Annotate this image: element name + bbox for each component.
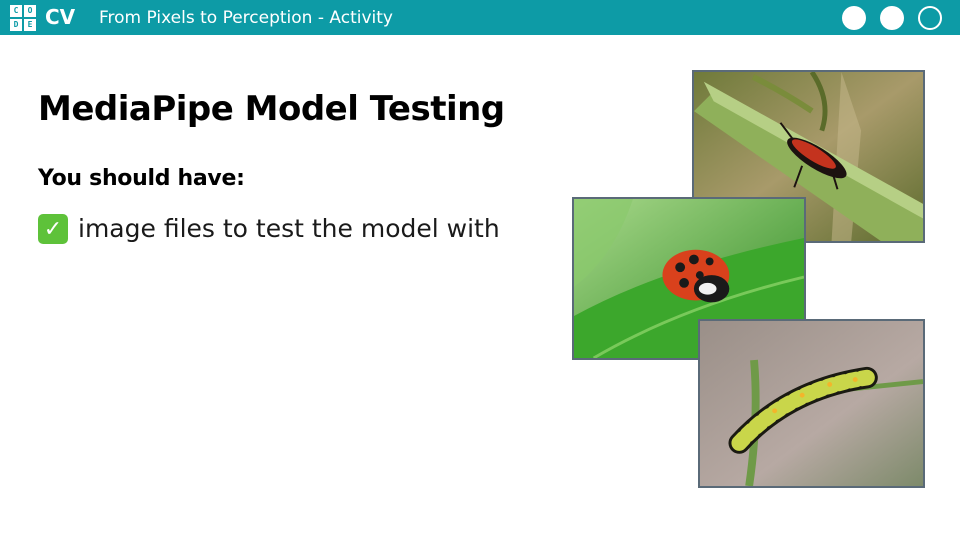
logo-letter: C: [10, 5, 22, 17]
header-bar: C O D E CV From Pixels to Perception - A…: [0, 0, 960, 35]
checklist-item: ✓ image files to test the model with: [38, 212, 500, 246]
nav-dot-3[interactable]: [918, 6, 942, 30]
logo-letter: D: [10, 19, 22, 31]
checklist-item-text: image files to test the model with: [78, 214, 500, 243]
nav-dot-2[interactable]: [880, 6, 904, 30]
logo-letter: O: [24, 5, 36, 17]
code-logo-icon: C O D E: [10, 5, 36, 31]
slide-title: MediaPipe Model Testing: [38, 89, 505, 129]
nav-dot-1[interactable]: [842, 6, 866, 30]
slide-subtitle: You should have:: [38, 166, 245, 191]
check-mark-icon: ✓: [38, 214, 68, 244]
caterpillar-photo: [698, 319, 925, 488]
logo-letter: E: [24, 19, 36, 31]
brand-label: CV: [45, 5, 76, 29]
caterpillar-icon: [700, 321, 923, 486]
deck-title: From Pixels to Perception - Activity: [99, 8, 393, 28]
